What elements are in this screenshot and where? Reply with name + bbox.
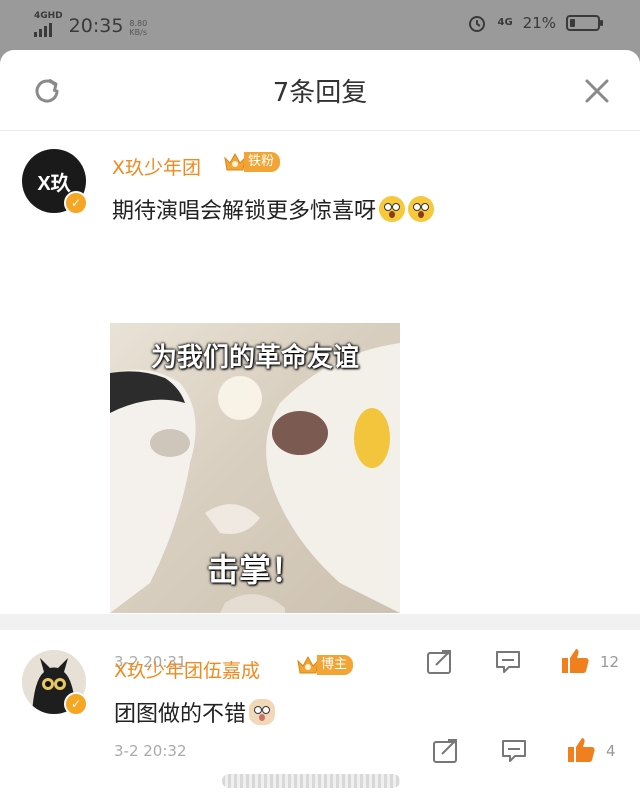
share-icon xyxy=(433,739,457,763)
badge-label: 博主 xyxy=(317,655,354,675)
avatar-logo: X玖 xyxy=(37,172,71,195)
replies-sheet: 7条回复 X玖 ✓ X玖少年团 铁粉 期待演唱会解锁更多惊喜呀 为我们的革命友谊… xyxy=(0,50,640,802)
scared-face-emoji xyxy=(408,196,435,222)
image-caption-bottom: 击掌！ xyxy=(206,551,303,589)
comment-body: 期待演唱会解锁更多惊喜呀 xyxy=(112,199,377,224)
battery-percent: 21% xyxy=(522,14,556,32)
status-bar: 4GHD 20:35 8.80 KB/s 4G 21% xyxy=(0,0,640,50)
alarm-icon xyxy=(469,16,486,32)
clock: 20:35 xyxy=(68,15,124,37)
cell-type: 4G xyxy=(497,17,513,28)
network-speed-value: 8.80 xyxy=(129,19,148,28)
timestamp: 3-2 20:32 xyxy=(114,742,187,760)
battery-level xyxy=(570,19,575,27)
like-count: 4 xyxy=(606,742,616,760)
close-button[interactable] xyxy=(580,74,614,108)
reply-button[interactable] xyxy=(500,738,528,764)
share-button[interactable] xyxy=(432,738,460,764)
fan-badge: 铁粉 xyxy=(223,151,281,173)
comment-icon xyxy=(502,740,526,762)
thumbs-up-icon xyxy=(568,738,595,762)
scared-face-emoji xyxy=(379,196,406,222)
close-icon xyxy=(585,79,609,103)
comment-image[interactable]: 为我们的革命友谊 击掌！ xyxy=(110,323,400,613)
section-divider xyxy=(0,614,640,630)
verified-badge-icon: ✓ xyxy=(64,692,88,716)
comment-body: 团图做的不错 xyxy=(114,702,247,727)
image-caption-top: 为我们的革命友谊 xyxy=(150,343,359,373)
network-type: 4GHD xyxy=(34,11,63,21)
home-indicator[interactable] xyxy=(222,774,400,788)
battery-icon xyxy=(566,15,603,31)
sheet-title: 7条回复 xyxy=(272,78,368,108)
network-speed-unit: KB/s xyxy=(129,28,148,37)
verified-badge-icon: ✓ xyxy=(64,191,88,215)
comment-item: X玖 ✓ X玖少年团 铁粉 期待演唱会解锁更多惊喜呀 为我们的革命友谊 击掌！ … xyxy=(0,131,640,674)
username[interactable]: X玖少年团 xyxy=(112,153,201,180)
comment-text: 期待演唱会解锁更多惊喜呀 xyxy=(112,193,435,225)
comment-text: 团图做的不错 xyxy=(114,696,276,728)
signal-icon xyxy=(34,23,63,37)
sheet-header: 7条回复 xyxy=(0,50,640,131)
like-button[interactable] xyxy=(566,736,595,762)
username[interactable]: X玖少年团伍嘉成 xyxy=(114,656,260,683)
author-badge: 博主 xyxy=(296,654,354,676)
badge-label: 铁粉 xyxy=(244,152,281,172)
cat-face-emoji xyxy=(249,699,276,725)
